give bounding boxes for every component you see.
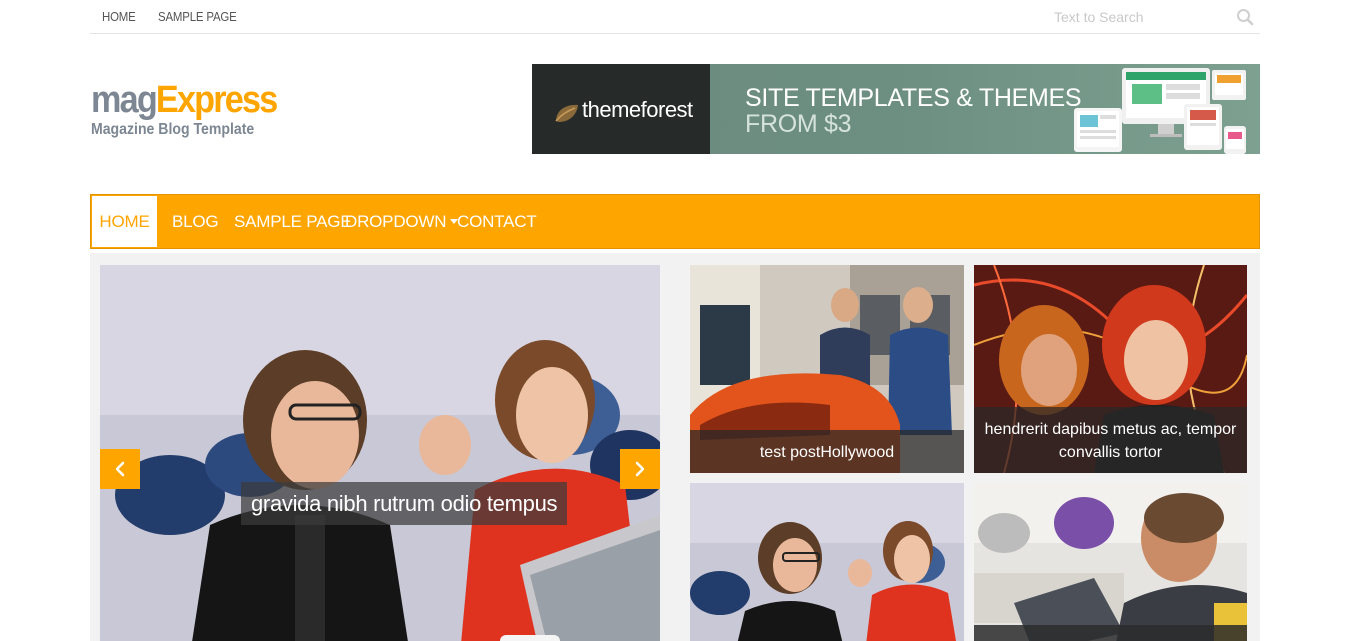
chevron-right-icon: [635, 461, 645, 477]
slider-next-button[interactable]: [620, 449, 660, 489]
menu-item-home[interactable]: HOME: [92, 196, 157, 247]
site-logo[interactable]: magExpress: [91, 78, 278, 122]
slider-caption[interactable]: gravida nibh rutrum odio tempus: [241, 482, 568, 525]
menu-item-blog[interactable]: BLOG: [172, 195, 219, 248]
featured-slider[interactable]: gravida nibh rutrum odio tempus: [100, 265, 660, 641]
chevron-left-icon: [115, 461, 125, 477]
slider-prev-button[interactable]: [100, 449, 140, 489]
menu-item-contact[interactable]: CONTACT: [457, 195, 537, 248]
search-box: [1052, 4, 1260, 30]
banner-brand-panel: themeforest: [532, 64, 710, 154]
search-input[interactable]: [1052, 4, 1260, 30]
site-tagline: Magazine Blog Template: [91, 121, 255, 138]
grid-post-1[interactable]: test postHollywood: [690, 265, 964, 473]
top-nav-home[interactable]: HOME: [102, 9, 136, 24]
logo-part-mag: mag: [91, 79, 158, 121]
menu-item-dropdown[interactable]: DROPDOWN: [345, 195, 459, 248]
banner-devices-image: [1074, 68, 1246, 154]
grid-post-4-image: [974, 483, 1247, 641]
grid-post-2-caption[interactable]: hendrerit dapibus metus ac, tempor conva…: [974, 407, 1247, 473]
top-nav-sample-page[interactable]: SAMPLE PAGE: [158, 9, 237, 24]
themeforest-leaf-icon: [555, 104, 578, 122]
logo-part-express: Express: [155, 79, 278, 121]
featured-area: gravida nibh rutrum odio tempus test pos…: [90, 253, 1260, 641]
banner-ad[interactable]: themeforest SITE TEMPLATES & THEMES FROM…: [532, 64, 1260, 154]
grid-post-4[interactable]: [974, 483, 1247, 641]
grid-post-2[interactable]: hendrerit dapibus metus ac, tempor conva…: [974, 265, 1247, 473]
menu-item-sample-page[interactable]: SAMPLE PAGE: [234, 195, 352, 248]
menu-item-dropdown-label: DROPDOWN: [345, 212, 447, 231]
banner-headline-2: FROM $3: [745, 110, 852, 138]
slider-image: [100, 265, 660, 641]
banner-brand: themeforest: [582, 97, 693, 122]
top-bar: HOME SAMPLE PAGE: [90, 0, 1260, 34]
main-menu: HOME BLOG SAMPLE PAGE DROPDOWN CONTACT: [90, 194, 1260, 249]
banner-headline-1: SITE TEMPLATES & THEMES: [745, 84, 1082, 112]
grid-post-1-caption[interactable]: test postHollywood: [690, 430, 964, 473]
grid-post-3-image: [690, 483, 964, 641]
grid-post-3[interactable]: [690, 483, 964, 641]
search-icon[interactable]: [1236, 8, 1254, 26]
